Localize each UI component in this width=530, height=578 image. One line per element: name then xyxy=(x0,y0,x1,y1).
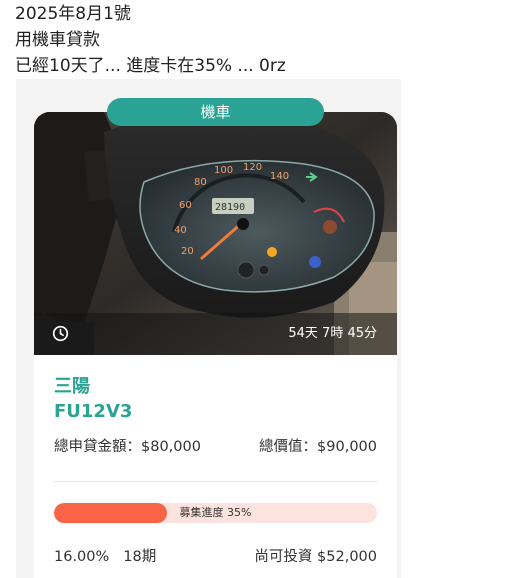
divider xyxy=(54,481,377,482)
progress-label: 募集進度 35% xyxy=(179,506,252,519)
svg-text:80: 80 xyxy=(194,177,207,188)
vehicle-brand: 三陽 xyxy=(54,376,90,397)
loan-amount: 總申貸金額：$80,000 xyxy=(54,439,201,455)
post-text: 2025年8月1號 用機車貸款 已經10天了... 進度卡在35% ... 0r… xyxy=(15,1,286,79)
time-remaining: 54天 7時 45分 xyxy=(288,326,377,341)
interest-rate: 16.00% xyxy=(54,549,110,565)
svg-text:100: 100 xyxy=(214,165,233,176)
vehicle-model: FU12V3 xyxy=(54,401,133,422)
category-badge: 機車 xyxy=(107,98,324,126)
vehicle-photo: 80 100 120 140 60 40 20 28190 54天 7時 45分 xyxy=(34,112,397,355)
svg-text:40: 40 xyxy=(174,225,187,236)
clock-icon xyxy=(52,325,69,342)
svg-text:140: 140 xyxy=(270,171,289,182)
total-value: 總價值：$90,000 xyxy=(259,439,377,455)
loan-terms: 16.00% 18期 xyxy=(54,546,156,568)
post-line-status: 已經10天了... 進度卡在35% ... 0rz xyxy=(15,56,286,76)
svg-text:60: 60 xyxy=(179,200,192,211)
post-line-date: 2025年8月1號 xyxy=(15,4,131,24)
svg-text:20: 20 xyxy=(181,246,194,257)
post-line-topic: 用機車貸款 xyxy=(15,30,100,50)
funding-progress-bar: 募集進度 35% xyxy=(54,503,377,523)
svg-text:28190: 28190 xyxy=(215,202,245,213)
loan-card[interactable]: 80 100 120 140 60 40 20 28190 54天 7時 45分… xyxy=(34,112,397,578)
timer-bar: 54天 7時 45分 xyxy=(34,313,397,355)
svg-text:120: 120 xyxy=(243,162,262,173)
investable-amount: 尚可投資 $52,000 xyxy=(254,549,377,565)
loan-term: 18期 xyxy=(123,549,157,565)
